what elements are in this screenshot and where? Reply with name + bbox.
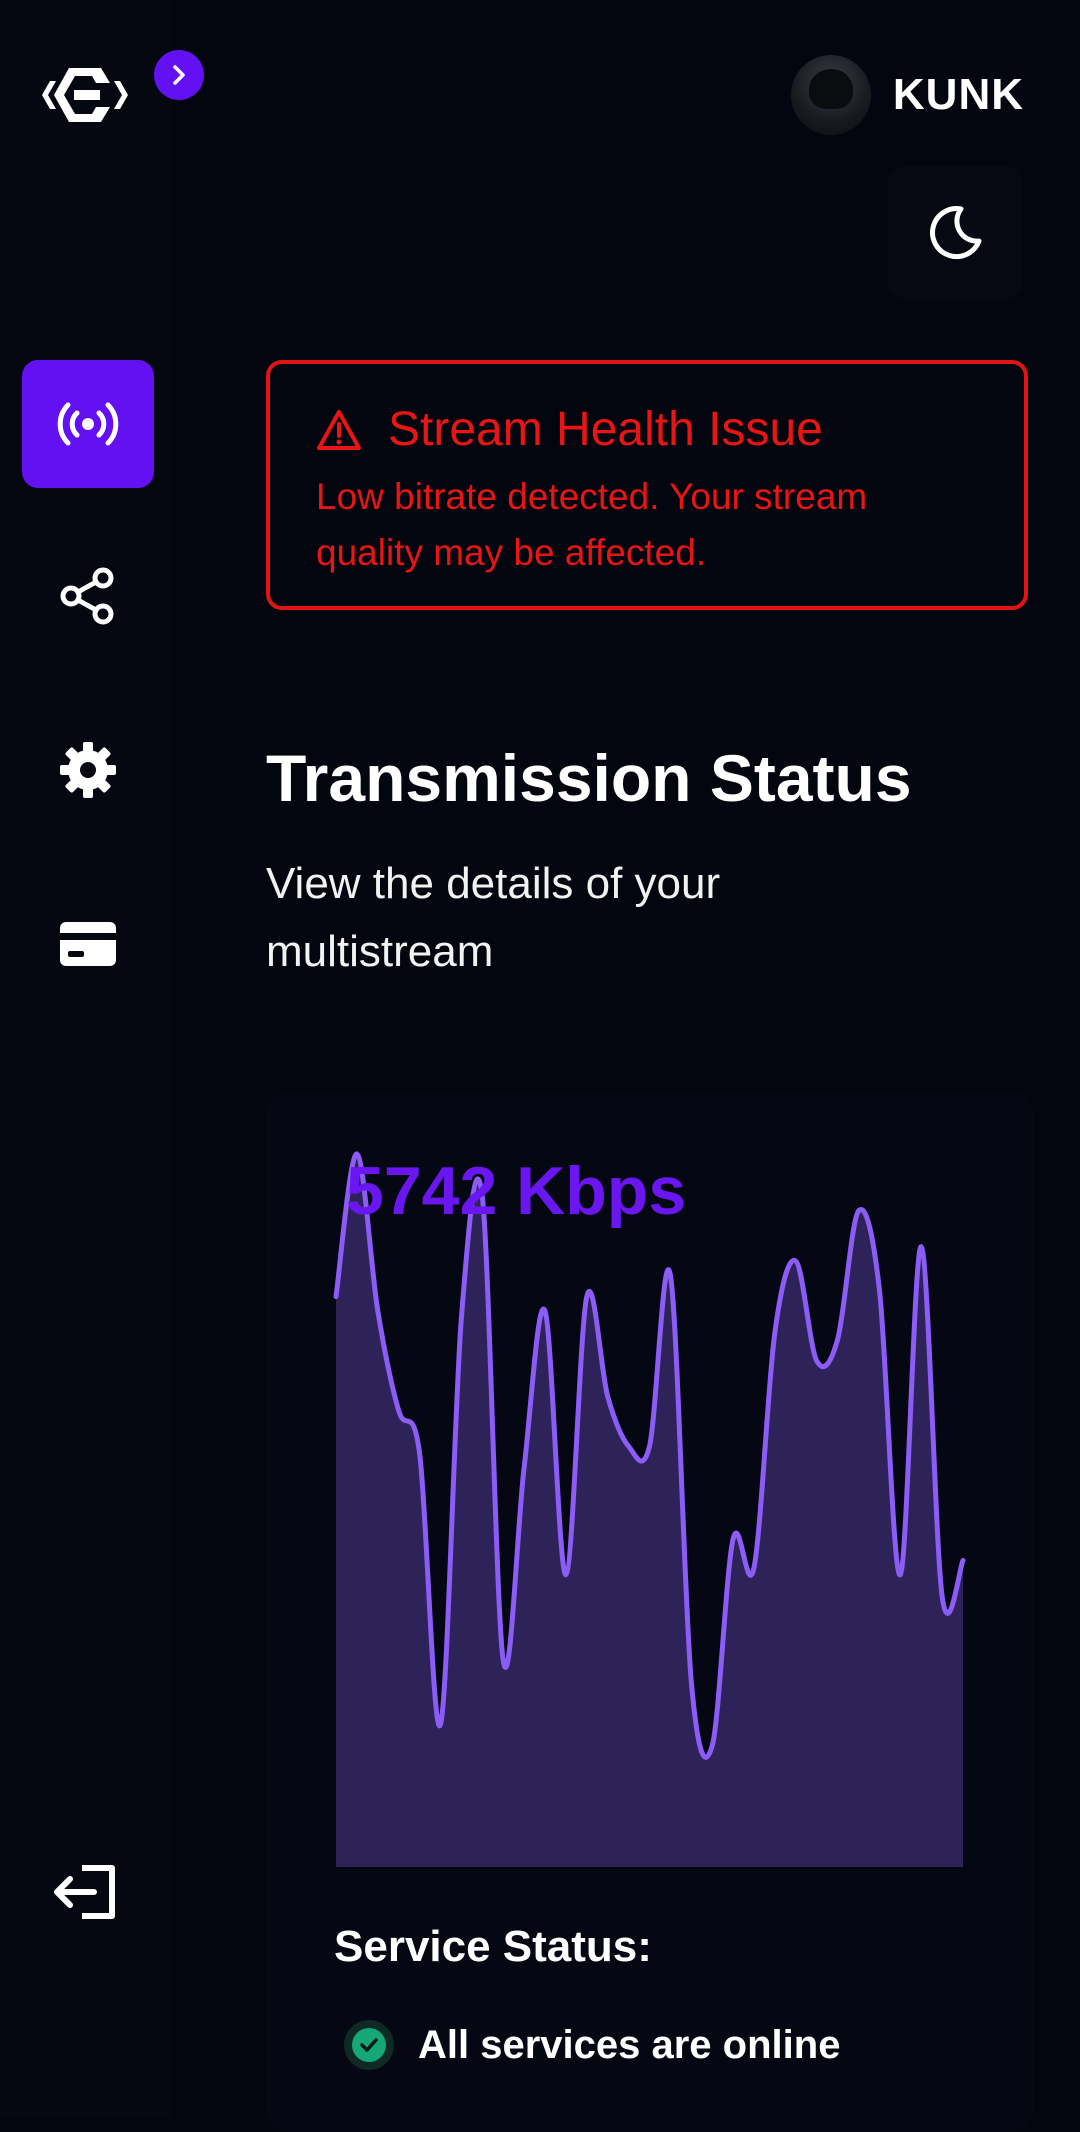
- share-icon: [60, 567, 114, 625]
- app-logo[interactable]: [40, 56, 130, 134]
- user-menu[interactable]: KUNK: [790, 54, 1024, 136]
- bitrate-card: [266, 1092, 1034, 2132]
- bitrate-area: [336, 1153, 963, 1867]
- username: KUNK: [892, 70, 1024, 119]
- sidebar-item-share[interactable]: [22, 532, 154, 660]
- credit-card-icon: [60, 922, 116, 966]
- sidebar-item-broadcast[interactable]: [22, 360, 154, 488]
- chevron-right-icon: [173, 65, 185, 85]
- check-circle-icon: [344, 2020, 394, 2070]
- alert-title: Stream Health Issue: [388, 403, 823, 456]
- service-status-title: Service Status:: [334, 1922, 652, 1971]
- page-subtitle: View the details of your multistream: [266, 859, 721, 976]
- service-status-row: All services are online: [344, 2020, 840, 2070]
- page-title: Transmission Status: [266, 741, 912, 815]
- bitrate-value: 5742 Kbps: [346, 1153, 687, 1229]
- warning-icon: [317, 409, 361, 450]
- gear-icon: [60, 742, 116, 798]
- sidebar-item-billing[interactable]: [22, 880, 154, 1008]
- alert-message: Low bitrate detected. Your stream qualit…: [316, 476, 868, 573]
- avatar: [790, 55, 871, 135]
- expand-sidebar-button[interactable]: [154, 50, 204, 100]
- service-status-text: All services are online: [418, 2022, 841, 2067]
- sidebar: [0, 0, 204, 2118]
- logout-button[interactable]: [52, 1862, 122, 1922]
- logout-icon: [54, 1865, 115, 1919]
- sidebar-item-settings[interactable]: [22, 706, 154, 834]
- theme-toggle-button[interactable]: [888, 166, 1022, 300]
- stream-health-alert: Stream Health Issue Low bitrate detected…: [266, 360, 1028, 610]
- moon-icon: [930, 206, 982, 260]
- broadcast-icon: [57, 402, 119, 446]
